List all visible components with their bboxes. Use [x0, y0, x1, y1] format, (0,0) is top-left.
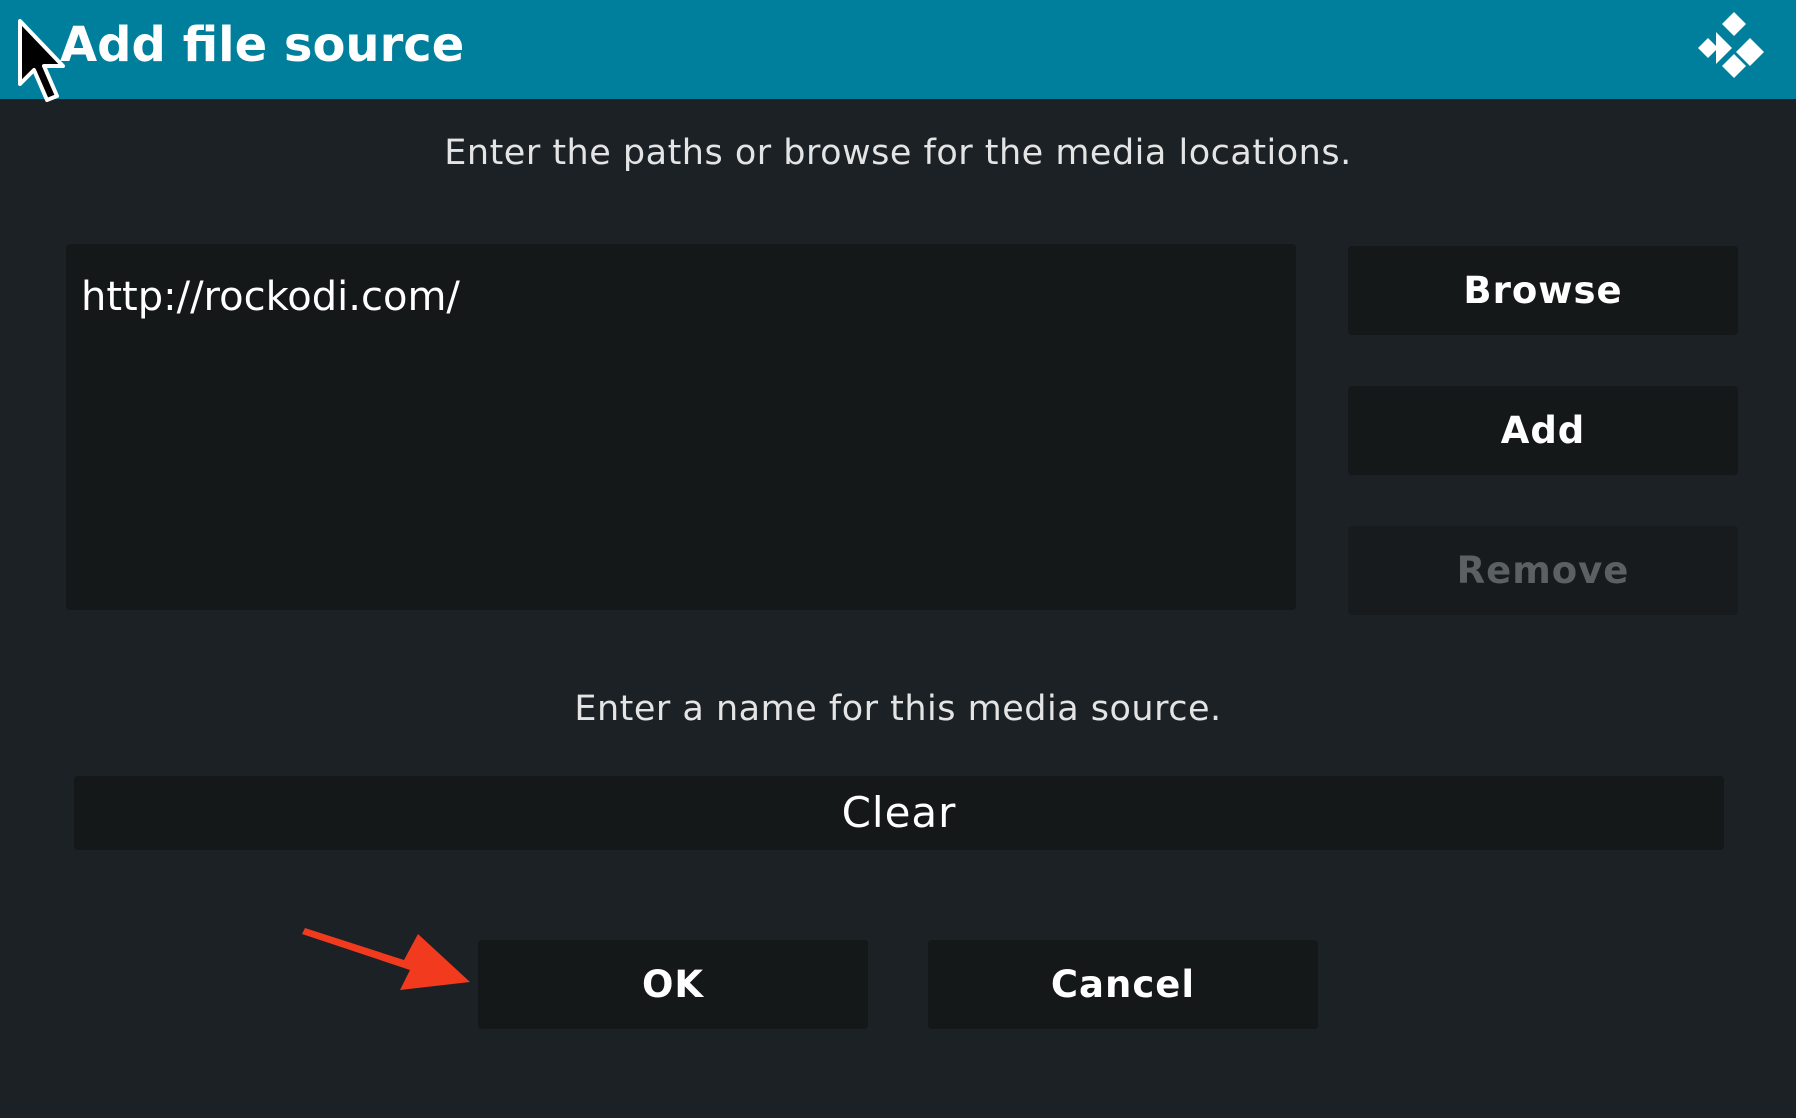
ok-button[interactable]: OK	[478, 940, 868, 1029]
cancel-button[interactable]: Cancel	[928, 940, 1318, 1029]
name-prompt: Enter a name for this media source.	[574, 689, 1222, 729]
path-list-item[interactable]: http://rockodi.com/	[81, 272, 460, 322]
path-list[interactable]: http://rockodi.com/	[66, 244, 1296, 610]
paths-prompt: Enter the paths or browse for the media …	[444, 133, 1352, 173]
remove-button[interactable]: Remove	[1348, 526, 1738, 615]
browse-button[interactable]: Browse	[1348, 246, 1738, 335]
kodi-logo-icon	[1698, 12, 1764, 78]
red-arrow-annotation	[302, 928, 470, 990]
mouse-pointer-icon	[18, 19, 65, 102]
dialog-header: Add file source	[0, 0, 1796, 99]
add-button[interactable]: Add	[1348, 386, 1738, 475]
add-file-source-dialog: Add file source Enter the paths or brows…	[0, 0, 1796, 1118]
source-name-field[interactable]: Clear	[74, 776, 1724, 850]
dialog-title: Add file source	[60, 17, 465, 73]
